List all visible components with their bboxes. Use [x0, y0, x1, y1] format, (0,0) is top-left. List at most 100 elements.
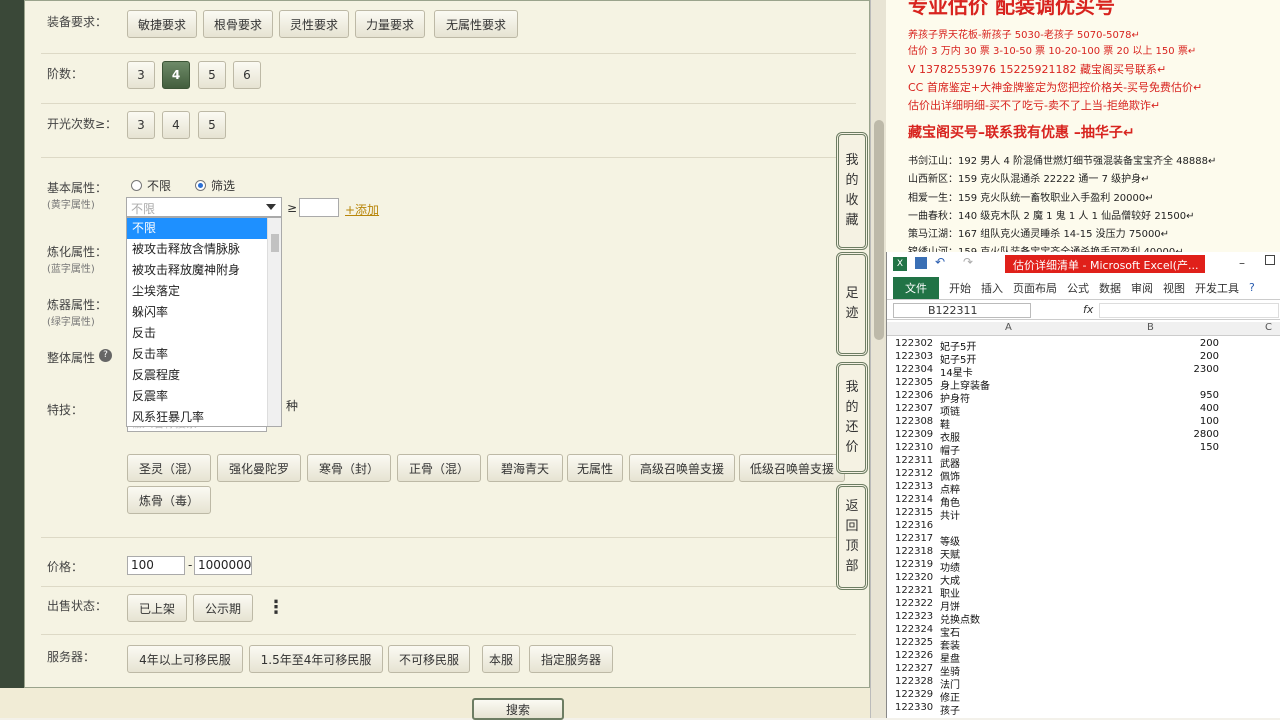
table-row[interactable]: 122314 角色: [887, 494, 1280, 509]
equip-req-bone-button[interactable]: 根骨要求: [203, 10, 273, 38]
table-row[interactable]: 122311 武器: [887, 455, 1280, 470]
add-attr-link[interactable]: +添加: [345, 201, 379, 218]
cell-b[interactable]: 2300: [1083, 364, 1219, 375]
save-icon[interactable]: [915, 257, 927, 269]
cell-b[interactable]: 150: [1083, 442, 1219, 453]
server-option[interactable]: 不可移民服: [388, 645, 470, 673]
table-row[interactable]: 122330 孩子: [887, 702, 1280, 717]
skill-option[interactable]: 低级召唤兽支援: [739, 454, 845, 482]
skill-option[interactable]: 高级召唤兽支援: [629, 454, 735, 482]
table-row[interactable]: 122303 妃子5开 200: [887, 351, 1280, 366]
column-b-header[interactable]: B: [1147, 322, 1154, 333]
row-number[interactable]: 122324: [895, 624, 939, 635]
row-number[interactable]: 122304: [895, 364, 939, 375]
sale-listed-button[interactable]: 已上架: [127, 594, 187, 622]
skill-option[interactable]: 寒骨（封）: [307, 454, 391, 482]
table-row[interactable]: 122323 兑换点数: [887, 611, 1280, 626]
row-number[interactable]: 122320: [895, 572, 939, 583]
minimize-icon[interactable]: –: [1239, 256, 1245, 270]
dropdown-item[interactable]: 躲闪率: [127, 302, 267, 323]
basic-attr-select[interactable]: 不限: [126, 197, 282, 217]
table-row[interactable]: 122329 修正: [887, 689, 1280, 704]
row-number[interactable]: 122308: [895, 416, 939, 427]
table-row[interactable]: 122304 14星卡 2300: [887, 364, 1280, 379]
skill-option[interactable]: 圣灵（混）: [127, 454, 211, 482]
cell-b[interactable]: 400: [1083, 403, 1219, 414]
table-row[interactable]: 122320 大成: [887, 572, 1280, 587]
equip-req-strength-button[interactable]: 力量要求: [355, 10, 425, 38]
ribbon-tab[interactable]: 开发工具: [1195, 280, 1239, 296]
radio-filter[interactable]: 筛选: [195, 177, 235, 194]
row-number[interactable]: 122306: [895, 390, 939, 401]
ribbon-tab[interactable]: 公式: [1067, 280, 1089, 296]
dropdown-item[interactable]: 尘埃落定: [127, 281, 267, 302]
row-number[interactable]: 122309: [895, 429, 939, 440]
table-row[interactable]: 122312 佩饰: [887, 468, 1280, 483]
ribbon-tab[interactable]: 审阅: [1131, 280, 1153, 296]
price-min-input[interactable]: 100: [127, 556, 185, 575]
row-number[interactable]: 122302: [895, 338, 939, 349]
server-option[interactable]: 1.5年至4年可移民服: [249, 645, 383, 673]
row-number[interactable]: 122330: [895, 702, 939, 713]
skill-option[interactable]: 碧海青天: [487, 454, 563, 482]
table-row[interactable]: 122319 功绩: [887, 559, 1280, 574]
table-row[interactable]: 122313 点粹: [887, 481, 1280, 496]
tier-5-button[interactable]: 5: [198, 61, 226, 89]
table-row[interactable]: 122305 身上穿装备: [887, 377, 1280, 392]
side-tab-bargain[interactable]: 我的还价: [836, 362, 868, 474]
attr-dropdown-list[interactable]: 不限 被攻击释放含情脉脉 被攻击释放魔神附身 尘埃落定 躲闪率 反击 反击率 反…: [126, 217, 282, 427]
row-number[interactable]: 122303: [895, 351, 939, 362]
table-row[interactable]: 122302 妃子5开 200: [887, 338, 1280, 353]
row-number[interactable]: 122327: [895, 663, 939, 674]
row-number[interactable]: 122314: [895, 494, 939, 505]
cell-b[interactable]: 2800: [1083, 429, 1219, 440]
cell-a[interactable]: 孩子: [940, 702, 960, 717]
table-row[interactable]: 122328 法门: [887, 676, 1280, 691]
dropdown-item[interactable]: 反击率: [127, 344, 267, 365]
enlight-4-button[interactable]: 4: [162, 111, 190, 139]
table-row[interactable]: 122318 天赋: [887, 546, 1280, 561]
table-row[interactable]: 122327 坐骑: [887, 663, 1280, 678]
side-tab-footprint[interactable]: 足迹: [836, 252, 868, 356]
search-button[interactable]: 搜索: [472, 698, 564, 720]
more-vert-icon[interactable]: ⋮: [267, 597, 285, 618]
ribbon-tab[interactable]: 数据: [1099, 280, 1121, 296]
row-number[interactable]: 122325: [895, 637, 939, 648]
dropdown-item[interactable]: 反震程度: [127, 365, 267, 386]
table-row[interactable]: 122324 宝石: [887, 624, 1280, 639]
row-number[interactable]: 122310: [895, 442, 939, 453]
table-row[interactable]: 122317 等级: [887, 533, 1280, 548]
cell-b[interactable]: 200: [1083, 338, 1219, 349]
formula-input[interactable]: [1099, 303, 1279, 318]
table-row[interactable]: 122321 职业: [887, 585, 1280, 600]
radio-unlimited[interactable]: 不限: [131, 177, 171, 194]
server-option[interactable]: 指定服务器: [529, 645, 613, 673]
row-number[interactable]: 122323: [895, 611, 939, 622]
row-number[interactable]: 122307: [895, 403, 939, 414]
row-number[interactable]: 122316: [895, 520, 939, 531]
dropdown-item[interactable]: 被攻击释放魔神附身: [127, 260, 267, 281]
scrollbar-thumb[interactable]: [874, 120, 884, 340]
page-scrollbar[interactable]: [870, 0, 886, 718]
sale-public-button[interactable]: 公示期: [193, 594, 253, 622]
file-tab[interactable]: 文件: [893, 276, 939, 299]
column-a-header[interactable]: A: [1005, 322, 1012, 333]
row-number[interactable]: 122313: [895, 481, 939, 492]
dropdown-item[interactable]: 不限: [127, 218, 267, 239]
table-row[interactable]: 122322 月饼: [887, 598, 1280, 613]
redo-icon[interactable]: ↷: [963, 255, 973, 269]
cell-b[interactable]: 950: [1083, 390, 1219, 401]
ribbon-tab[interactable]: 页面布局: [1013, 280, 1057, 296]
row-number[interactable]: 122328: [895, 676, 939, 687]
row-number[interactable]: 122319: [895, 559, 939, 570]
table-row[interactable]: 122306 护身符 950: [887, 390, 1280, 405]
table-row[interactable]: 122308 鞋 100: [887, 416, 1280, 431]
table-row[interactable]: 122310 帽子 150: [887, 442, 1280, 457]
equip-req-spirit-button[interactable]: 灵性要求: [279, 10, 349, 38]
column-c-header[interactable]: C: [1265, 322, 1272, 333]
dropdown-item[interactable]: 反击: [127, 323, 267, 344]
price-max-input[interactable]: 1000000: [194, 556, 252, 575]
dropdown-scrollbar[interactable]: [267, 218, 281, 426]
fx-icon[interactable]: fx: [1083, 303, 1093, 316]
equip-req-agility-button[interactable]: 敏捷要求: [127, 10, 197, 38]
